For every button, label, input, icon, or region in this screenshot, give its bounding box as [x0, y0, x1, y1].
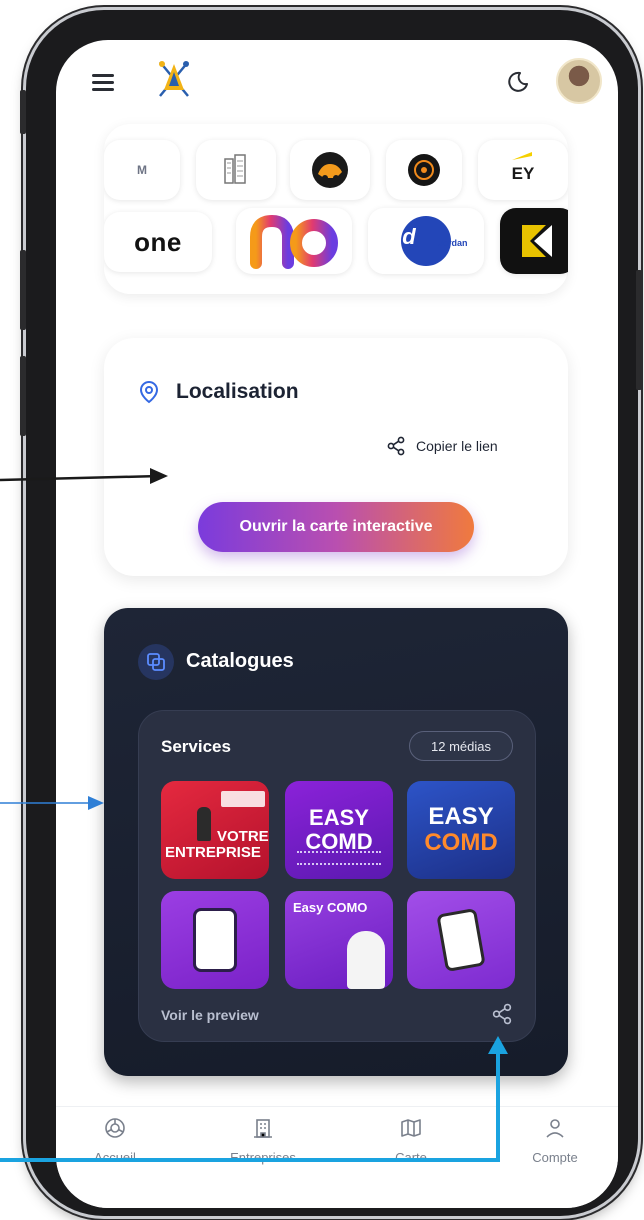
- services-catalogue[interactable]: Services 12 médias VOTRE ENTREPRISE EASY…: [138, 710, 536, 1042]
- copy-link-button[interactable]: Copier le lien: [386, 434, 498, 458]
- thumb-person-figure: [197, 807, 211, 841]
- location-pin-icon: [139, 380, 159, 404]
- app-screen: M EY one Jd Jerdan Localisation Copier l…: [56, 40, 618, 1208]
- black-arrow-logo-icon: [522, 225, 552, 257]
- catalogue-icon-badge: [138, 644, 174, 680]
- user-avatar[interactable]: [556, 58, 602, 104]
- user-icon: [546, 1119, 564, 1138]
- services-title: Services: [161, 737, 231, 756]
- thumb-person-figure: [347, 931, 385, 989]
- bottom-navigation: Accueil Entreprises Carte Compte: [56, 1106, 618, 1208]
- partners-logos-strip[interactable]: M EY one Jd Jerdan: [104, 136, 568, 286]
- ey-bar-icon: [512, 152, 532, 160]
- hamburger-icon[interactable]: [92, 74, 114, 92]
- media-thumbnail[interactable]: EASY COMD: [285, 781, 393, 879]
- moon-icon[interactable]: [506, 70, 530, 94]
- phone-volume-up: [20, 250, 26, 330]
- partner-logo-black-arrow[interactable]: [500, 208, 568, 274]
- map-icon: [401, 1119, 421, 1137]
- building-logo-icon: [224, 154, 246, 184]
- share-icon[interactable]: [491, 1003, 513, 1025]
- partner-logo-m[interactable]: M: [104, 140, 180, 200]
- building-icon: [254, 1119, 272, 1138]
- partner-logo-ey[interactable]: EY: [478, 140, 568, 200]
- media-thumbnail[interactable]: Easy COMO: [285, 891, 393, 989]
- phone-side-button: [20, 90, 26, 134]
- media-thumbnail[interactable]: VOTRE ENTREPRISE: [161, 781, 269, 879]
- catalogues-card: Catalogues Services 12 médias VOTRE ENTR…: [104, 608, 568, 1076]
- partner-logo-orange-car[interactable]: [290, 140, 370, 200]
- media-thumbnail[interactable]: [407, 891, 515, 989]
- media-thumbnail[interactable]: EASY COMD: [407, 781, 515, 879]
- nav-item-account[interactable]: Compte: [500, 1117, 610, 1165]
- app-logo[interactable]: [154, 56, 194, 102]
- share-icon: [387, 436, 405, 456]
- media-thumbnail[interactable]: [161, 891, 269, 989]
- nav-item-companies[interactable]: Entreprises: [208, 1117, 318, 1165]
- thumb-phone-hand: [436, 907, 486, 973]
- see-preview-link[interactable]: Voir le preview: [161, 1007, 259, 1023]
- copy-stack-icon: [147, 653, 165, 671]
- partner-logo-building[interactable]: [196, 140, 276, 200]
- media-count-badge: 12 médias: [409, 731, 513, 761]
- nav-item-map[interactable]: Carte: [356, 1117, 466, 1165]
- home-icon: [105, 1118, 125, 1138]
- jerdan-caption: Jerdan: [438, 238, 468, 248]
- partner-logo-one[interactable]: one: [104, 212, 212, 272]
- partner-logo-jerdan[interactable]: Jd Jerdan: [368, 208, 484, 274]
- partners-logos-card: M EY one Jd Jerdan: [104, 124, 568, 294]
- partner-logo-rainbow-n[interactable]: [236, 208, 352, 274]
- phone-volume-down: [20, 356, 26, 436]
- orange-car-logo-icon: [312, 152, 348, 188]
- partner-logo-orange-ring[interactable]: [386, 140, 462, 200]
- rainbow-n-logo-icon: [250, 214, 338, 269]
- orange-ring-logo-icon: [408, 154, 440, 186]
- location-title: Localisation: [176, 380, 299, 403]
- thumb-text-lines: [297, 851, 381, 865]
- thumb-banner: [221, 791, 265, 807]
- location-card: Localisation Copier le lien Ouvrir la ca…: [104, 338, 568, 576]
- catalogues-title: Catalogues: [186, 650, 294, 672]
- open-interactive-map-button[interactable]: Ouvrir la carte interactive: [198, 502, 474, 552]
- phone-power-button: [636, 270, 642, 390]
- thumb-phone-mockup: [193, 908, 237, 972]
- copy-link-label: Copier le lien: [416, 438, 498, 454]
- nav-item-home[interactable]: Accueil: [60, 1117, 170, 1165]
